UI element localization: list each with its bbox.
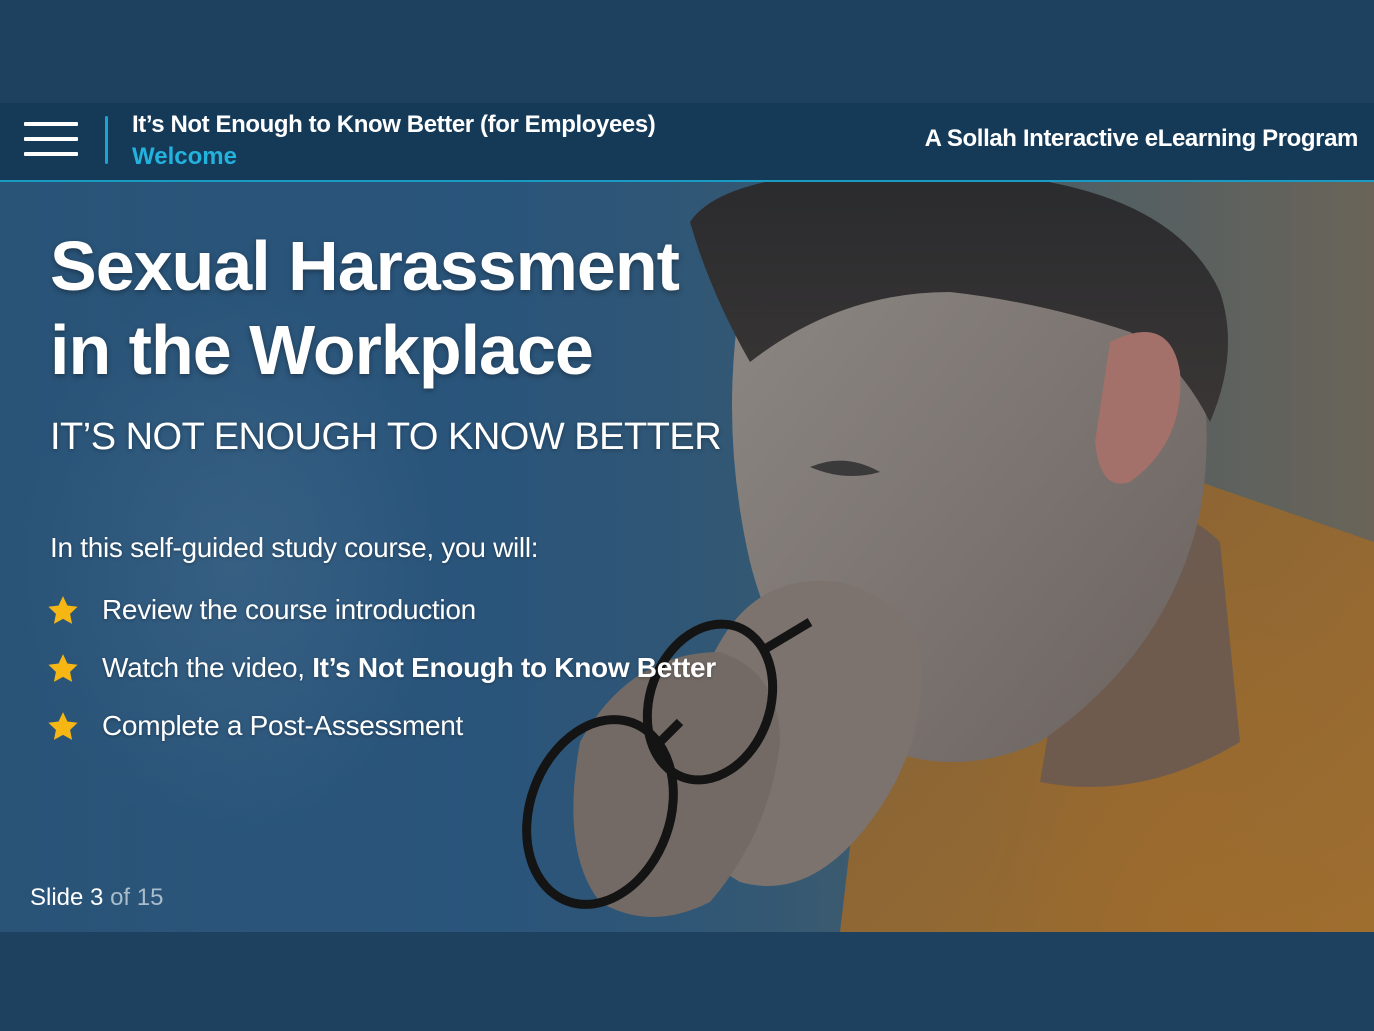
video-title: It’s Not Enough to Know Better <box>312 652 716 683</box>
list-item: Watch the video, It’s Not Enough to Know… <box>46 652 716 710</box>
slide-content-area: Sexual Harassment in the Workplace IT’S … <box>0 182 1374 932</box>
course-title: It’s Not Enough to Know Better (for Empl… <box>132 111 656 138</box>
slide-counter: Slide 3 of 15 <box>30 884 163 912</box>
app-frame: It’s Not Enough to Know Better (for Empl… <box>0 0 1374 1031</box>
intro-text: In this self-guided study course, you wi… <box>50 532 539 563</box>
slide-subheadline: IT’S NOT ENOUGH TO KNOW BETTER <box>50 416 722 458</box>
top-navigation-bar: It’s Not Enough to Know Better (for Empl… <box>0 103 1374 182</box>
list-item-text: Watch the video, It’s Not Enough to Know… <box>102 652 716 683</box>
objectives-list: Review the course introduction Watch the… <box>46 594 716 768</box>
slide-headline: Sexual Harassment in the Workplace <box>50 224 750 392</box>
list-item-text: Complete a Post-Assessment <box>102 710 464 741</box>
star-icon <box>48 596 78 624</box>
slide-text-content: Sexual Harassment in the Workplace IT’S … <box>0 182 1374 932</box>
header-divider <box>105 116 108 164</box>
section-title: Welcome <box>132 143 237 170</box>
hamburger-menu-icon[interactable] <box>24 122 78 160</box>
headline-line-1: Sexual Harassment <box>50 227 680 305</box>
list-item: Complete a Post-Assessment <box>46 710 716 768</box>
star-icon <box>48 654 78 682</box>
star-icon <box>48 712 78 740</box>
of-label: of <box>110 884 131 911</box>
total-slides-number: 15 <box>136 884 164 911</box>
slide-label: Slide <box>30 884 84 911</box>
list-item-text: Review the course introduction <box>102 594 476 625</box>
headline-line-2: in the Workplace <box>50 311 594 389</box>
current-slide-number: 3 <box>90 884 104 911</box>
list-item: Review the course introduction <box>46 594 716 652</box>
program-title: A Sollah Interactive eLearning Program <box>924 125 1359 152</box>
